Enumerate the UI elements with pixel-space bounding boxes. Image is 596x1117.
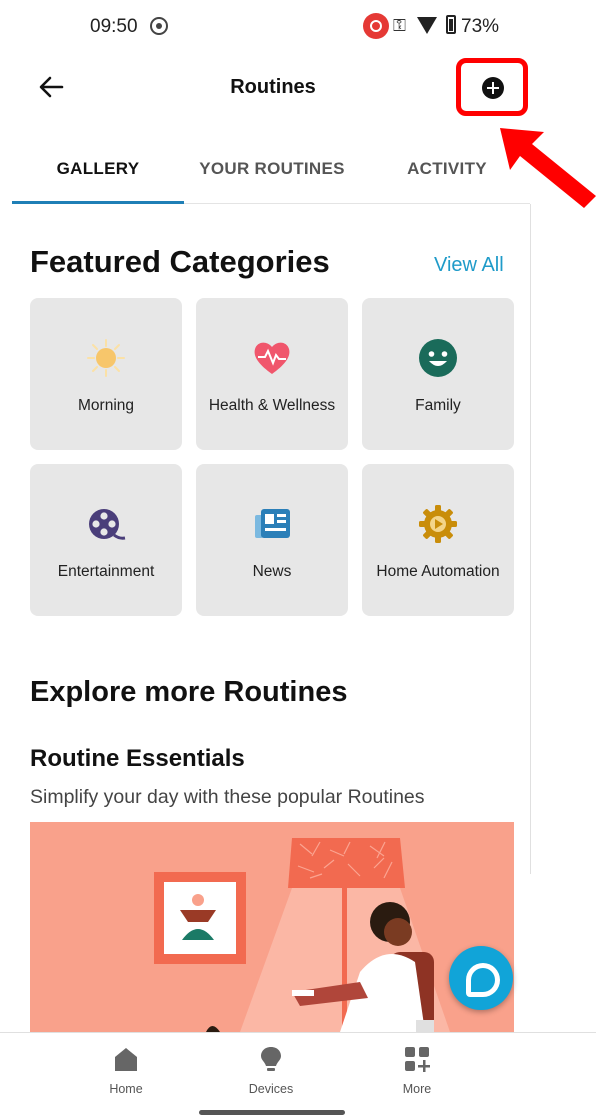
category-label: News xyxy=(252,563,292,580)
add-routine-button[interactable] xyxy=(456,58,528,116)
alexa-button[interactable] xyxy=(449,946,513,1010)
system-home-indicator[interactable] xyxy=(199,1110,345,1115)
scroll-divider xyxy=(530,204,531,874)
tab-gallery[interactable]: GALLERY xyxy=(12,140,184,204)
essentials-subtitle: Simplify your day with these popular Rou… xyxy=(30,786,425,808)
category-label: Morning xyxy=(78,397,134,414)
category-card-health-wellness[interactable]: Health & Wellness xyxy=(196,298,348,450)
gear-play-icon xyxy=(419,505,457,543)
nav-label: Devices xyxy=(248,1082,294,1096)
banner-illustration xyxy=(154,838,450,1032)
view-all-link[interactable]: View All xyxy=(434,254,504,277)
essentials-title: Routine Essentials xyxy=(30,745,245,772)
newspaper-icon xyxy=(255,509,290,538)
battery-percent: 73% xyxy=(461,16,500,37)
category-card-morning[interactable]: Morning xyxy=(30,298,182,450)
home-icon xyxy=(115,1048,137,1071)
vpn-key-icon: ⚿ xyxy=(393,16,406,35)
nav-label: More xyxy=(402,1082,432,1096)
cast-icon xyxy=(363,13,389,39)
category-label: Health & Wellness xyxy=(208,397,336,414)
app-header: Routines xyxy=(0,52,596,124)
routine-essentials-banner[interactable] xyxy=(30,822,514,1032)
screen-record-icon xyxy=(150,17,168,35)
sun-icon xyxy=(87,339,125,377)
tab-your-routines[interactable]: YOUR ROUTINES xyxy=(184,140,360,204)
nav-label: Home xyxy=(109,1082,143,1096)
nav-home[interactable]: Home xyxy=(76,1033,176,1103)
category-card-family[interactable]: Family xyxy=(362,298,514,450)
category-label: Family xyxy=(415,397,461,414)
category-label: Home Automation xyxy=(376,563,500,580)
film-reel-icon xyxy=(89,509,126,540)
featured-categories-title: Featured Categories xyxy=(30,244,330,279)
category-card-entertainment[interactable]: Entertainment xyxy=(30,464,182,616)
nav-more[interactable]: More xyxy=(367,1033,467,1103)
status-time: 09:50 xyxy=(90,16,138,37)
category-label: Entertainment xyxy=(57,563,155,580)
bottom-nav: Home Devices More xyxy=(0,1032,596,1117)
status-bar: 09:50 ⚿ 73% xyxy=(0,0,596,52)
smiley-icon xyxy=(419,339,457,377)
tab-bar: GALLERY YOUR ROUTINES ACTIVITY xyxy=(12,140,530,204)
category-card-news[interactable]: News xyxy=(196,464,348,616)
nav-devices[interactable]: Devices xyxy=(221,1033,321,1103)
grid-plus-icon xyxy=(405,1047,430,1072)
bulb-icon xyxy=(261,1047,281,1071)
explore-title: Explore more Routines xyxy=(30,676,348,708)
battery-icon xyxy=(446,15,456,34)
tab-activity[interactable]: ACTIVITY xyxy=(372,140,522,204)
category-card-home-automation[interactable]: Home Automation xyxy=(362,464,514,616)
heart-pulse-icon xyxy=(254,342,290,374)
category-grid: Morning Health & Wellness Family Enterta… xyxy=(30,298,514,618)
wifi-icon xyxy=(417,17,437,34)
plus-circle-icon xyxy=(482,77,504,99)
